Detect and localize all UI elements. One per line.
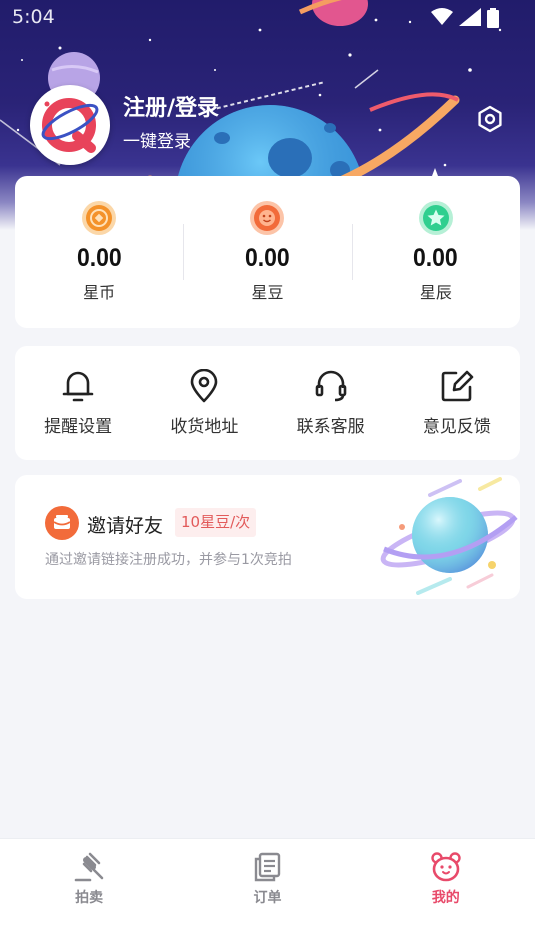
stat-star-coin[interactable]: 0.00 星币 bbox=[15, 176, 183, 328]
bean-icon bbox=[250, 201, 285, 235]
app-logo-icon bbox=[41, 98, 99, 153]
tool-customer-service[interactable]: 联系客服 bbox=[268, 346, 394, 460]
planet-illustration bbox=[380, 477, 518, 595]
invite-title: 邀请好友 bbox=[87, 515, 164, 537]
profile-screen: 5:04 注册/登录 一键登录 0.00 星币 0.00 星豆 0.00 星辰 … bbox=[0, 0, 535, 951]
invite-reward-badge: 10星豆/次 bbox=[175, 508, 257, 537]
gavel-icon bbox=[73, 851, 105, 883]
status-icons bbox=[431, 8, 499, 28]
invite-description: 通过邀请链接注册成功，并参与1次竞拍 bbox=[45, 552, 292, 568]
tool-reminder-settings[interactable]: 提醒设置 bbox=[15, 346, 141, 460]
edit-icon bbox=[439, 368, 475, 404]
document-icon bbox=[251, 851, 283, 883]
avatar[interactable] bbox=[30, 85, 110, 165]
headset-icon bbox=[313, 368, 349, 404]
bear-icon bbox=[430, 851, 462, 883]
stat-value: 0.00 bbox=[76, 244, 122, 272]
signal-icon bbox=[459, 8, 481, 26]
stat-label: 星豆 bbox=[251, 283, 284, 302]
status-time: 5:04 bbox=[12, 6, 55, 28]
nav-auction[interactable]: 拍卖 bbox=[0, 839, 178, 951]
nav-label: 拍卖 bbox=[75, 890, 104, 906]
invite-friends-card[interactable]: 邀请好友 10星豆/次 通过邀请链接注册成功，并参与1次竞拍 bbox=[15, 475, 520, 599]
tool-label: 收货地址 bbox=[170, 417, 239, 437]
wallet-card: 0.00 星币 0.00 星豆 0.00 星辰 bbox=[15, 176, 520, 328]
stat-label: 星辰 bbox=[419, 283, 452, 302]
stat-value: 0.00 bbox=[413, 244, 459, 272]
bottom-nav: 拍卖 订单 我的 bbox=[0, 838, 535, 951]
battery-icon bbox=[487, 8, 499, 28]
star-icon bbox=[418, 201, 453, 235]
nav-label: 订单 bbox=[253, 890, 282, 906]
tools-card: 提醒设置 收货地址 联系客服 意见反馈 bbox=[15, 346, 520, 460]
settings-button[interactable] bbox=[474, 103, 506, 135]
wifi-icon bbox=[431, 8, 453, 25]
coin-icon bbox=[82, 201, 117, 235]
nav-orders[interactable]: 订单 bbox=[178, 839, 356, 951]
gift-icon bbox=[45, 506, 79, 540]
tool-feedback[interactable]: 意见反馈 bbox=[394, 346, 520, 460]
one-click-login[interactable]: 一键登录 bbox=[123, 127, 191, 152]
stat-star-bean[interactable]: 0.00 星豆 bbox=[183, 176, 351, 328]
nav-label: 我的 bbox=[431, 890, 460, 906]
status-bar: 5:04 bbox=[0, 0, 535, 36]
location-pin-icon bbox=[186, 368, 222, 404]
login-title[interactable]: 注册/登录 bbox=[123, 90, 219, 122]
stat-value: 0.00 bbox=[245, 244, 290, 272]
stat-label: 星币 bbox=[83, 283, 116, 302]
tool-label: 提醒设置 bbox=[44, 417, 113, 437]
tool-label: 联系客服 bbox=[296, 417, 365, 437]
settings-icon bbox=[478, 105, 502, 133]
nav-mine[interactable]: 我的 bbox=[357, 839, 535, 951]
stat-star-dust[interactable]: 0.00 星辰 bbox=[351, 176, 520, 328]
tool-label: 意见反馈 bbox=[422, 417, 491, 437]
tool-shipping-address[interactable]: 收货地址 bbox=[141, 346, 267, 460]
bell-icon bbox=[60, 368, 96, 404]
